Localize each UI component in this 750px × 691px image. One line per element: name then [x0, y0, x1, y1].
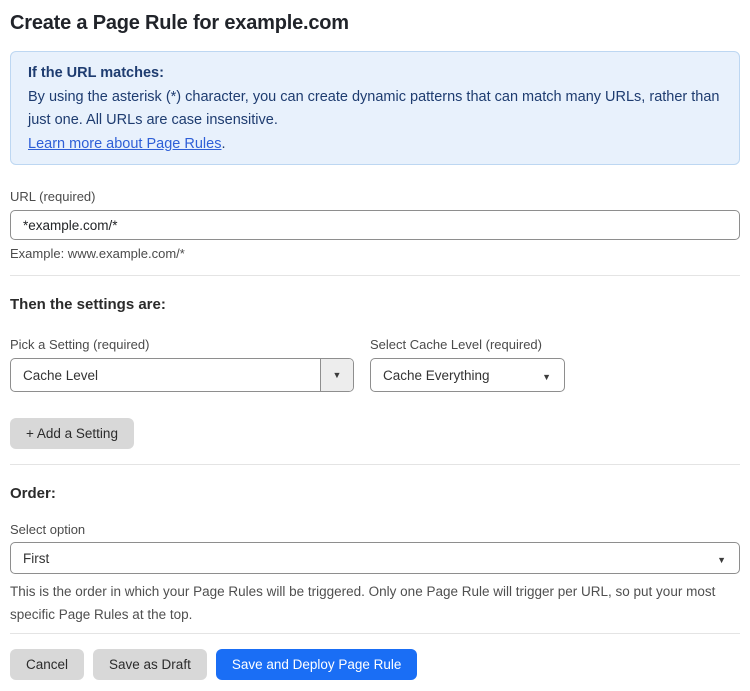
divider — [10, 275, 740, 276]
pick-setting-label: Pick a Setting (required) — [10, 337, 150, 352]
cache-level-value: Cache Everything — [383, 367, 490, 383]
info-box-body: By using the asterisk (*) character, you… — [28, 88, 720, 129]
caret-down-icon: ▼ — [542, 371, 551, 382]
cancel-button[interactable]: Cancel — [10, 649, 85, 680]
url-input[interactable] — [10, 210, 740, 240]
pick-setting-column: Pick a Setting (required) Cache Level ▼ — [10, 337, 354, 392]
url-example-hint: Example: www.example.com/* — [10, 246, 185, 261]
add-setting-button[interactable]: + Add a Setting — [10, 418, 134, 449]
save-draft-button[interactable]: Save as Draft — [93, 649, 207, 680]
url-match-info-box: If the URL matches: By using the asteris… — [10, 51, 740, 165]
settings-heading: Then the settings are: — [10, 296, 166, 313]
caret-down-icon[interactable]: ▼ — [320, 359, 353, 391]
save-deploy-button[interactable]: Save and Deploy Page Rule — [215, 649, 418, 680]
order-help-text: This is the order in which your Page Rul… — [10, 584, 716, 622]
page-title: Create a Page Rule for example.com — [10, 12, 349, 34]
pick-setting-value: Cache Level — [23, 367, 99, 383]
order-value: First — [23, 550, 50, 566]
info-box-link-row: Learn more about Page Rules. — [28, 133, 722, 157]
order-select[interactable]: First ▼ — [10, 542, 740, 574]
cache-level-column: Select Cache Level (required) Cache Ever… — [370, 337, 565, 392]
pick-setting-select[interactable]: Cache Level ▼ — [10, 358, 354, 392]
order-label: Select option — [10, 522, 86, 537]
cache-level-label: Select Cache Level (required) — [370, 337, 542, 352]
order-heading: Order: — [10, 485, 56, 502]
learn-more-link[interactable]: Learn more about Page Rules — [28, 136, 221, 152]
cache-level-select[interactable]: Cache Everything ▼ — [370, 358, 565, 392]
divider — [10, 464, 740, 465]
caret-down-icon: ▼ — [717, 554, 726, 565]
form-actions: Cancel Save as Draft Save and Deploy Pag… — [10, 649, 740, 680]
settings-row: Pick a Setting (required) Cache Level ▼ … — [10, 337, 740, 392]
url-label: URL (required) — [10, 189, 96, 204]
info-box-heading: If the URL matches: — [28, 65, 164, 81]
page-rule-form: Create a Page Rule for example.com If th… — [10, 12, 740, 680]
divider — [10, 633, 740, 634]
link-suffix: . — [221, 135, 226, 152]
